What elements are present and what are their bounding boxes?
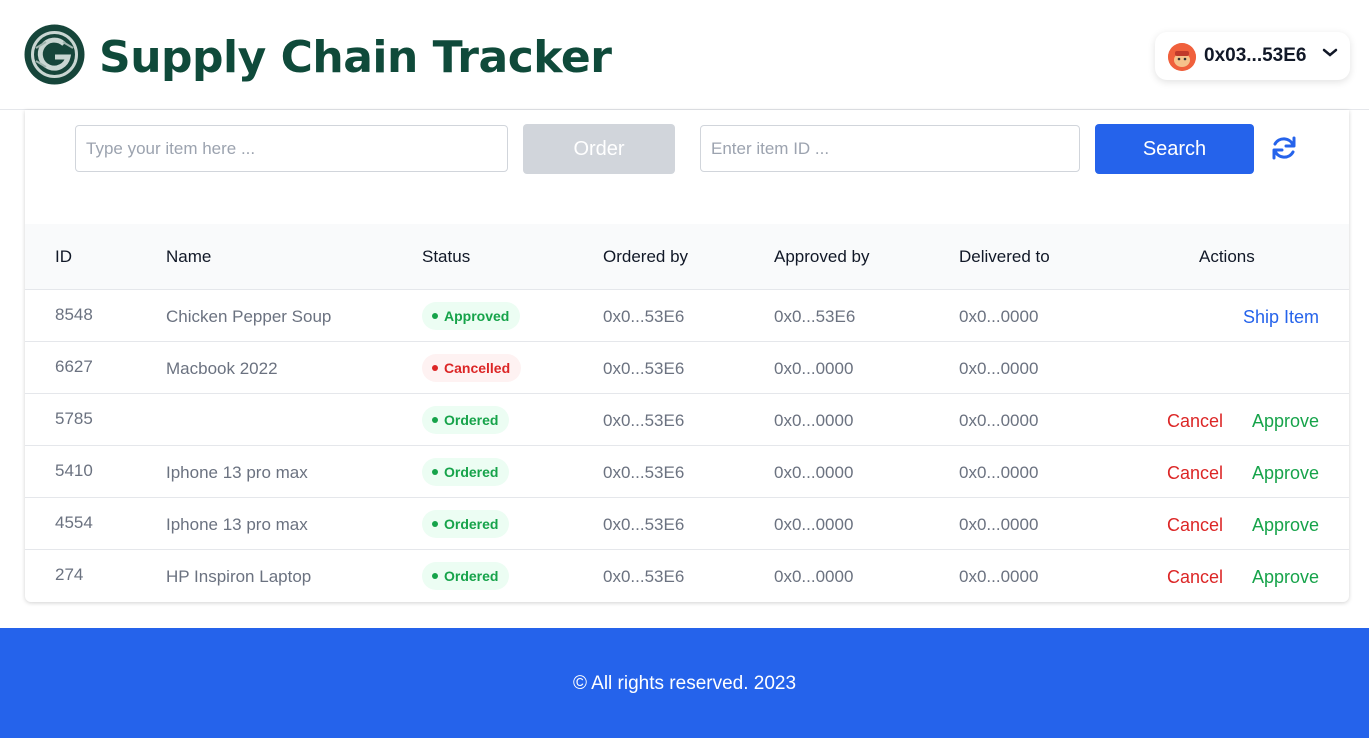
cancel-link[interactable]: Cancel	[1167, 411, 1223, 432]
delivered-to: 0x0...0000	[959, 567, 1039, 586]
delivered-to: 0x0...0000	[959, 463, 1039, 482]
item-name-input[interactable]	[75, 125, 508, 172]
delivered-to: 0x0...0000	[959, 307, 1039, 326]
item-id: 274	[55, 565, 84, 584]
column-header-status: Status	[422, 247, 471, 266]
search-button[interactable]: Search	[1095, 124, 1254, 174]
cancel-link[interactable]: Cancel	[1167, 567, 1223, 588]
approved-by: 0x0...0000	[774, 359, 854, 378]
delivered-to: 0x0...0000	[959, 515, 1039, 534]
app-header: Supply Chain Tracker 0x03...53E6	[0, 0, 1369, 110]
item-name: Iphone 13 pro max	[166, 515, 308, 534]
item-id-search-input[interactable]	[700, 125, 1080, 172]
table-row: 6627 Macbook 2022 Cancelled 0x0...53E6 0…	[25, 342, 1349, 394]
column-header-name: Name	[166, 247, 212, 266]
approve-link[interactable]: Approve	[1252, 567, 1319, 588]
app-title: Supply Chain Tracker	[99, 32, 612, 83]
status-badge: Cancelled	[422, 354, 522, 382]
approved-by: 0x0...0000	[774, 515, 854, 534]
item-name: HP Inspiron Laptop	[166, 567, 312, 586]
wallet-button[interactable]: 0x03...53E6	[1155, 32, 1350, 80]
status-badge: Ordered	[422, 510, 510, 538]
approve-link[interactable]: Approve	[1252, 411, 1319, 432]
column-header-approved-by: Approved by	[774, 247, 870, 266]
item-id: 6627	[55, 357, 93, 376]
ordered-by: 0x0...53E6	[603, 411, 685, 430]
item-id: 5410	[55, 461, 93, 480]
table-row: 5785 Ordered 0x0...53E6 0x0...0000 0x0..…	[25, 394, 1349, 446]
item-id: 8548	[55, 305, 93, 324]
approved-by: 0x0...0000	[774, 463, 854, 482]
cancel-link[interactable]: Cancel	[1167, 515, 1223, 536]
approved-by: 0x0...0000	[774, 411, 854, 430]
wallet-address: 0x03...53E6	[1204, 45, 1307, 66]
approve-link[interactable]: Approve	[1252, 463, 1319, 484]
item-id: 4554	[55, 513, 93, 532]
table-header: ID Name Status Ordered by Approved by De…	[25, 224, 1349, 290]
approve-link[interactable]: Approve	[1252, 515, 1319, 536]
column-header-id: ID	[55, 247, 72, 266]
delivered-to: 0x0...0000	[959, 359, 1039, 378]
item-name: Chicken Pepper Soup	[166, 307, 332, 326]
page-footer: © All rights reserved. 2023	[0, 628, 1369, 738]
approved-by: 0x0...0000	[774, 567, 854, 586]
ordered-by: 0x0...53E6	[603, 515, 685, 534]
table-row: 4554 Iphone 13 pro max Ordered 0x0...53E…	[25, 498, 1349, 550]
table-row: 8548 Chicken Pepper Soup Approved 0x0...…	[25, 290, 1349, 342]
table-row: 274 HP Inspiron Laptop Ordered 0x0...53E…	[25, 550, 1349, 602]
column-header-ordered-by: Ordered by	[603, 247, 689, 266]
approved-by: 0x0...53E6	[774, 307, 856, 326]
status-badge: Approved	[422, 302, 521, 330]
copyright-text: © All rights reserved. 2023	[572, 673, 797, 694]
status-badge: Ordered	[422, 406, 510, 434]
delivered-to: 0x0...0000	[959, 411, 1039, 430]
column-header-actions: Actions	[1199, 247, 1255, 266]
orders-panel: Order Search ID Name Status Ordered by A…	[25, 110, 1349, 602]
ordered-by: 0x0...53E6	[603, 463, 685, 482]
item-id: 5785	[55, 409, 93, 428]
supply-chain-logo-icon	[24, 24, 85, 85]
wallet-avatar-icon	[1168, 43, 1196, 71]
ship-item-link[interactable]: Ship Item	[1243, 307, 1319, 328]
ordered-by: 0x0...53E6	[603, 567, 685, 586]
column-header-delivered-to: Delivered to	[959, 247, 1050, 266]
order-button[interactable]: Order	[523, 124, 675, 174]
cancel-link[interactable]: Cancel	[1167, 463, 1223, 484]
refresh-icon[interactable]	[1270, 134, 1298, 162]
item-name: Macbook 2022	[166, 359, 278, 378]
ordered-by: 0x0...53E6	[603, 307, 685, 326]
status-badge: Ordered	[422, 458, 510, 486]
item-name: Iphone 13 pro max	[166, 463, 308, 482]
status-badge: Ordered	[422, 562, 510, 590]
chevron-down-icon[interactable]	[1321, 44, 1339, 62]
table-row: 5410 Iphone 13 pro max Ordered 0x0...53E…	[25, 446, 1349, 498]
ordered-by: 0x0...53E6	[603, 359, 685, 378]
